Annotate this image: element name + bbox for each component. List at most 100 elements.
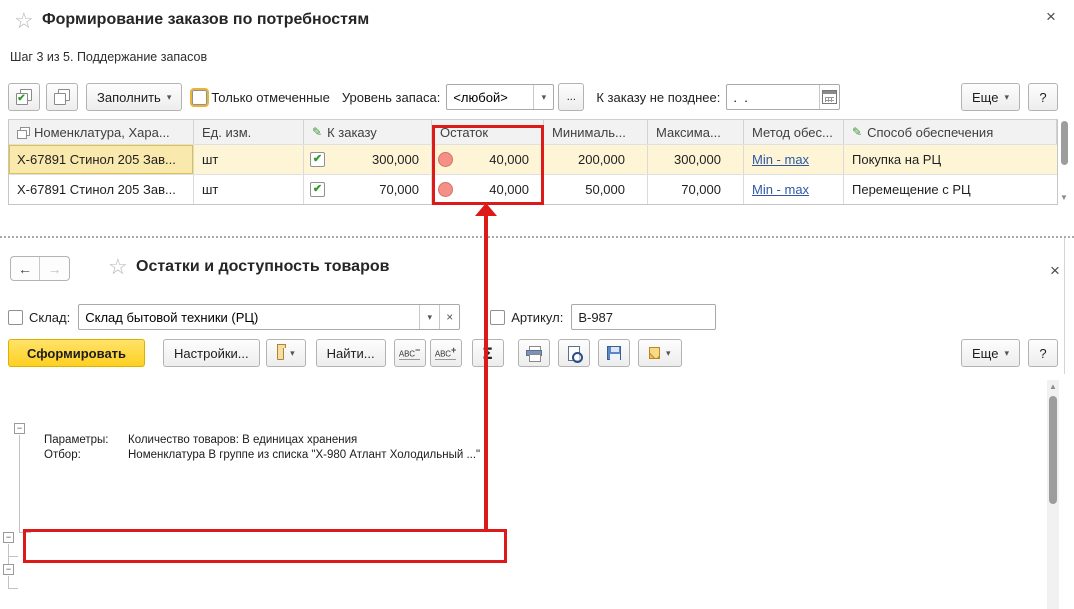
row-checkbox[interactable]: ✔	[310, 152, 325, 167]
selection-value: Номенклатура В группе из списка "Х-980 А…	[128, 449, 480, 461]
scroll-up-icon[interactable]: ▲	[1049, 383, 1057, 391]
min-max-link[interactable]: Min - max	[752, 182, 809, 197]
col-way[interactable]: ✎Способ обеспечения	[844, 120, 1057, 144]
col-max[interactable]: Максима...	[648, 120, 744, 144]
tree-toggle[interactable]: −	[14, 423, 25, 434]
stock-level-select[interactable]: ▾	[446, 84, 554, 110]
cell-nomenclature[interactable]: Х-67891 Стинол 205 Зав...	[9, 145, 194, 174]
cell-nomenclature[interactable]: Х-67891 Стинол 205 Зав...	[9, 175, 194, 204]
check-all-button[interactable]: ✔	[8, 83, 40, 111]
preview-icon	[568, 346, 580, 361]
orders-close-icon[interactable]: ×	[1046, 8, 1056, 25]
col-nomenclature[interactable]: Номенклатура, Хара...	[9, 120, 194, 144]
save-button[interactable]	[598, 339, 630, 367]
window-divider	[0, 236, 1074, 238]
find-button[interactable]: Найти...	[316, 339, 386, 367]
history-nav: ← →	[10, 256, 70, 281]
cell-min[interactable]: 200,000	[544, 145, 648, 174]
chevron-down-icon: ▾	[1004, 348, 1009, 359]
uncheck-all-button[interactable]	[46, 83, 78, 111]
article-checkbox[interactable]	[490, 310, 505, 325]
cell-way[interactable]: Перемещение с РЦ	[844, 175, 1057, 204]
report-variants-button[interactable]: ▾	[266, 339, 306, 367]
cell-unit[interactable]: шт	[194, 175, 304, 204]
fill-button[interactable]: Заполнить ▾	[86, 83, 182, 111]
report-scrollbar-thumb[interactable]	[1049, 396, 1057, 504]
cell-unit[interactable]: шт	[194, 145, 304, 174]
more-button[interactable]: Еще ▾	[961, 339, 1020, 367]
clear-icon[interactable]: ×	[439, 305, 459, 329]
cell-min[interactable]: 50,000	[544, 175, 648, 204]
help-button[interactable]: ?	[1028, 83, 1058, 111]
tree-toggle[interactable]: −	[3, 564, 14, 575]
more-button[interactable]: Еще ▾	[961, 83, 1020, 111]
warehouse-checkbox[interactable]	[8, 310, 23, 325]
forward-icon[interactable]: →	[40, 257, 69, 280]
envelope-icon	[649, 347, 660, 359]
cell-to-order[interactable]: ✔70,000	[304, 175, 432, 204]
tree-line	[8, 544, 9, 564]
chevron-down-icon[interactable]: ▾	[419, 305, 439, 329]
article-input[interactable]	[571, 304, 716, 330]
report-area: Остатки и доступность товаров Параметры:…	[0, 374, 1074, 609]
stock-filters: Склад: ▾ × Артикул:	[8, 303, 1058, 331]
chevron-down-icon[interactable]: ▾	[533, 85, 553, 109]
stock-level-more-button[interactable]: ...	[558, 83, 584, 111]
generate-button[interactable]: Сформировать	[8, 339, 145, 367]
chevron-down-icon: ▾	[290, 348, 295, 359]
col-to-order[interactable]: ✎К заказу	[304, 120, 432, 144]
due-date-field[interactable]	[726, 84, 840, 110]
orders-scrollbar[interactable]	[1061, 121, 1068, 165]
chevron-down-icon: ▾	[666, 348, 671, 359]
cell-max[interactable]: 70,000	[648, 175, 744, 204]
scroll-down-icon[interactable]: ▼	[1060, 194, 1068, 202]
only-marked-label: Только отмеченные	[211, 90, 329, 105]
warehouse-input[interactable]	[79, 305, 419, 329]
cell-max[interactable]: 300,000	[648, 145, 744, 174]
cell-to-order[interactable]: ✔300,000	[304, 145, 432, 174]
orders-toolbar: ✔ Заполнить ▾ Только отмеченные Уровень …	[8, 82, 1058, 112]
floppy-icon	[607, 346, 621, 360]
min-max-link[interactable]: Min - max	[752, 152, 809, 167]
expand-groups-button[interactable]: АВС+	[430, 339, 462, 367]
row-checkbox[interactable]: ✔	[310, 182, 325, 197]
back-icon[interactable]: ←	[11, 257, 40, 280]
tree-line	[8, 576, 9, 588]
orders-window-title: Формирование заказов по потребностям	[42, 11, 369, 29]
print-button[interactable]	[518, 339, 550, 367]
params-value: Количество товаров: В единицах хранения	[128, 434, 357, 446]
warehouse-select[interactable]: ▾ ×	[78, 304, 460, 330]
selection-label: Отбор:	[44, 449, 81, 461]
stock-toolbar: Сформировать Настройки... ▾ Найти... АВС…	[8, 338, 1058, 368]
col-min[interactable]: Минималь...	[544, 120, 648, 144]
col-unit[interactable]: Ед. изм.	[194, 120, 304, 144]
highlight-report-rows	[23, 529, 507, 563]
wizard-step-label: Шаг 3 из 5. Поддержание запасов	[10, 50, 207, 64]
collapse-groups-button[interactable]: АВС−	[394, 339, 426, 367]
help-button[interactable]: ?	[1028, 339, 1058, 367]
cell-method[interactable]: Min - max	[744, 145, 844, 174]
stock-level-label: Уровень запаса:	[342, 90, 441, 105]
favorite-star-icon[interactable]: ☆	[108, 256, 128, 278]
chevron-down-icon: ▾	[1004, 92, 1009, 103]
cell-way[interactable]: Покупка на РЦ	[844, 145, 1057, 174]
screen: ☆ Формирование заказов по потребностям ×…	[0, 0, 1074, 609]
due-date-input[interactable]	[727, 85, 819, 109]
expand-icon: АВС+	[435, 346, 456, 360]
settings-button[interactable]: Настройки...	[163, 339, 260, 367]
stock-close-icon[interactable]: ×	[1050, 262, 1060, 279]
warehouse-label: Склад:	[29, 310, 70, 325]
cell-method[interactable]: Min - max	[744, 175, 844, 204]
calendar-icon[interactable]	[819, 85, 839, 109]
favorite-star-icon[interactable]: ☆	[14, 10, 34, 32]
stock-level-input[interactable]	[447, 85, 533, 109]
pencil-icon: ✎	[312, 125, 322, 139]
col-method[interactable]: Метод обес...	[744, 120, 844, 144]
preview-button[interactable]	[558, 339, 590, 367]
only-marked-checkbox[interactable]	[192, 90, 207, 105]
printer-icon	[526, 346, 542, 360]
tree-toggle[interactable]: −	[3, 532, 14, 543]
annotation-arrow-line	[484, 214, 488, 531]
send-mail-button[interactable]: ▾	[638, 339, 682, 367]
due-date-label: К заказу не позднее:	[596, 90, 720, 105]
